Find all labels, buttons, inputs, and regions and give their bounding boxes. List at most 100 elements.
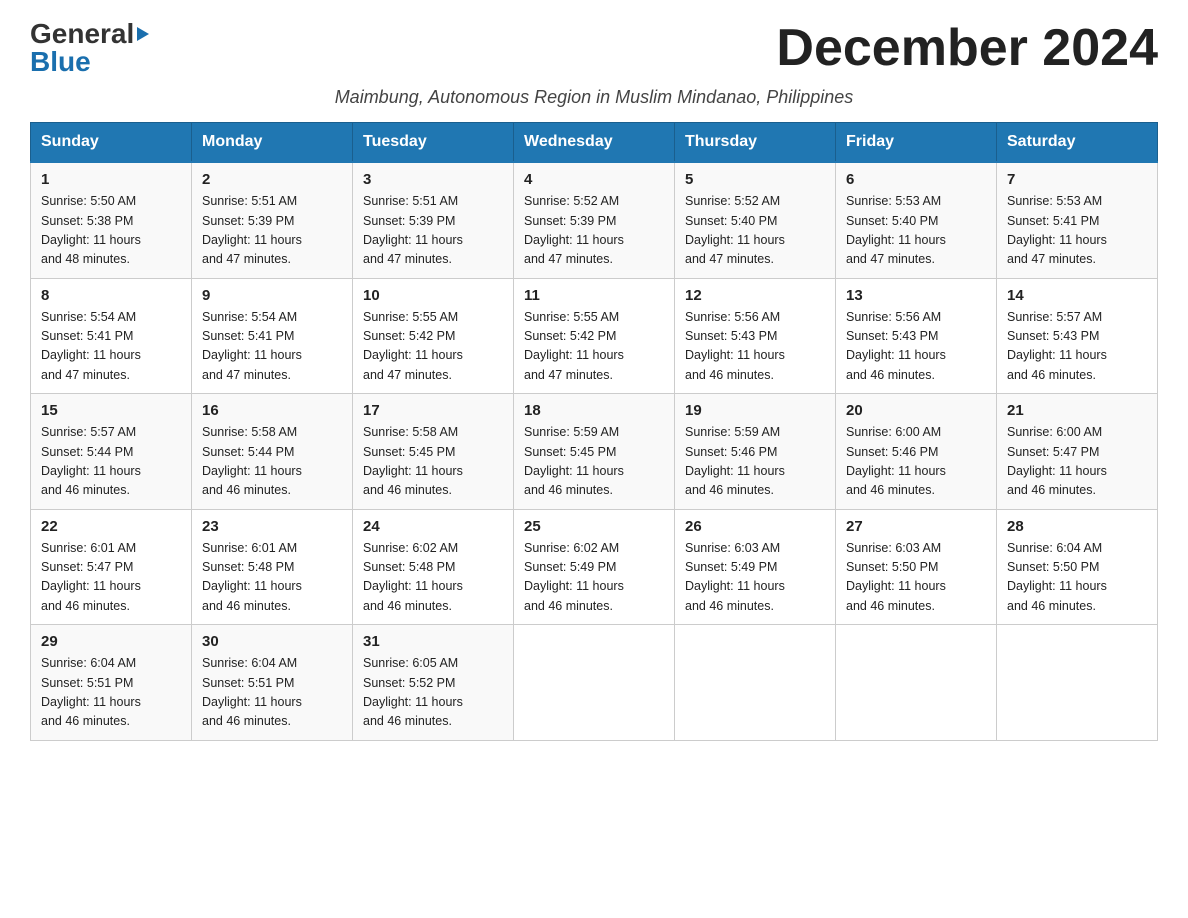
table-row	[836, 625, 997, 741]
table-row: 30 Sunrise: 6:04 AMSunset: 5:51 PMDaylig…	[192, 625, 353, 741]
day-number: 9	[202, 287, 342, 304]
table-row: 14 Sunrise: 5:57 AMSunset: 5:43 PMDaylig…	[997, 278, 1158, 394]
day-number: 12	[685, 287, 825, 304]
logo: General Blue	[30, 20, 149, 76]
day-info: Sunrise: 5:55 AMSunset: 5:42 PMDaylight:…	[363, 310, 463, 382]
table-row: 15 Sunrise: 5:57 AMSunset: 5:44 PMDaylig…	[31, 394, 192, 510]
table-row: 28 Sunrise: 6:04 AMSunset: 5:50 PMDaylig…	[997, 509, 1158, 625]
day-number: 26	[685, 518, 825, 535]
day-info: Sunrise: 6:00 AMSunset: 5:46 PMDaylight:…	[846, 425, 946, 497]
day-info: Sunrise: 6:02 AMSunset: 5:48 PMDaylight:…	[363, 541, 463, 613]
day-number: 15	[41, 402, 181, 419]
day-number: 31	[363, 633, 503, 650]
table-row: 21 Sunrise: 6:00 AMSunset: 5:47 PMDaylig…	[997, 394, 1158, 510]
table-row: 29 Sunrise: 6:04 AMSunset: 5:51 PMDaylig…	[31, 625, 192, 741]
logo-blue: Blue	[30, 48, 91, 76]
table-row: 27 Sunrise: 6:03 AMSunset: 5:50 PMDaylig…	[836, 509, 997, 625]
table-row: 4 Sunrise: 5:52 AMSunset: 5:39 PMDayligh…	[514, 162, 675, 278]
calendar-table: Sunday Monday Tuesday Wednesday Thursday…	[30, 122, 1158, 741]
table-row: 3 Sunrise: 5:51 AMSunset: 5:39 PMDayligh…	[353, 162, 514, 278]
header: General Blue December 2024	[30, 20, 1158, 77]
day-number: 1	[41, 171, 181, 188]
day-info: Sunrise: 5:59 AMSunset: 5:45 PMDaylight:…	[524, 425, 624, 497]
table-row: 2 Sunrise: 5:51 AMSunset: 5:39 PMDayligh…	[192, 162, 353, 278]
table-row: 10 Sunrise: 5:55 AMSunset: 5:42 PMDaylig…	[353, 278, 514, 394]
day-info: Sunrise: 6:01 AMSunset: 5:48 PMDaylight:…	[202, 541, 302, 613]
day-number: 20	[846, 402, 986, 419]
table-row: 23 Sunrise: 6:01 AMSunset: 5:48 PMDaylig…	[192, 509, 353, 625]
day-number: 21	[1007, 402, 1147, 419]
day-number: 5	[685, 171, 825, 188]
col-monday: Monday	[192, 123, 353, 163]
day-info: Sunrise: 5:55 AMSunset: 5:42 PMDaylight:…	[524, 310, 624, 382]
table-row: 17 Sunrise: 5:58 AMSunset: 5:45 PMDaylig…	[353, 394, 514, 510]
table-row: 1 Sunrise: 5:50 AMSunset: 5:38 PMDayligh…	[31, 162, 192, 278]
day-number: 25	[524, 518, 664, 535]
day-number: 2	[202, 171, 342, 188]
day-info: Sunrise: 5:54 AMSunset: 5:41 PMDaylight:…	[41, 310, 141, 382]
day-number: 7	[1007, 171, 1147, 188]
logo-arrow-icon	[137, 27, 149, 41]
table-row: 8 Sunrise: 5:54 AMSunset: 5:41 PMDayligh…	[31, 278, 192, 394]
table-row: 24 Sunrise: 6:02 AMSunset: 5:48 PMDaylig…	[353, 509, 514, 625]
table-row	[997, 625, 1158, 741]
table-row: 25 Sunrise: 6:02 AMSunset: 5:49 PMDaylig…	[514, 509, 675, 625]
table-row: 13 Sunrise: 5:56 AMSunset: 5:43 PMDaylig…	[836, 278, 997, 394]
day-info: Sunrise: 5:58 AMSunset: 5:44 PMDaylight:…	[202, 425, 302, 497]
col-saturday: Saturday	[997, 123, 1158, 163]
table-row: 5 Sunrise: 5:52 AMSunset: 5:40 PMDayligh…	[675, 162, 836, 278]
day-info: Sunrise: 5:54 AMSunset: 5:41 PMDaylight:…	[202, 310, 302, 382]
day-info: Sunrise: 6:03 AMSunset: 5:50 PMDaylight:…	[846, 541, 946, 613]
day-info: Sunrise: 5:51 AMSunset: 5:39 PMDaylight:…	[202, 194, 302, 266]
table-row: 12 Sunrise: 5:56 AMSunset: 5:43 PMDaylig…	[675, 278, 836, 394]
day-info: Sunrise: 6:00 AMSunset: 5:47 PMDaylight:…	[1007, 425, 1107, 497]
table-row: 20 Sunrise: 6:00 AMSunset: 5:46 PMDaylig…	[836, 394, 997, 510]
table-row: 11 Sunrise: 5:55 AMSunset: 5:42 PMDaylig…	[514, 278, 675, 394]
day-info: Sunrise: 5:58 AMSunset: 5:45 PMDaylight:…	[363, 425, 463, 497]
table-row: 19 Sunrise: 5:59 AMSunset: 5:46 PMDaylig…	[675, 394, 836, 510]
col-tuesday: Tuesday	[353, 123, 514, 163]
day-number: 6	[846, 171, 986, 188]
day-number: 17	[363, 402, 503, 419]
day-info: Sunrise: 5:52 AMSunset: 5:40 PMDaylight:…	[685, 194, 785, 266]
day-info: Sunrise: 5:57 AMSunset: 5:43 PMDaylight:…	[1007, 310, 1107, 382]
col-thursday: Thursday	[675, 123, 836, 163]
table-row: 7 Sunrise: 5:53 AMSunset: 5:41 PMDayligh…	[997, 162, 1158, 278]
day-number: 23	[202, 518, 342, 535]
table-row: 26 Sunrise: 6:03 AMSunset: 5:49 PMDaylig…	[675, 509, 836, 625]
day-number: 3	[363, 171, 503, 188]
day-info: Sunrise: 6:04 AMSunset: 5:51 PMDaylight:…	[202, 656, 302, 728]
day-number: 4	[524, 171, 664, 188]
day-number: 13	[846, 287, 986, 304]
day-number: 8	[41, 287, 181, 304]
table-row: 31 Sunrise: 6:05 AMSunset: 5:52 PMDaylig…	[353, 625, 514, 741]
col-wednesday: Wednesday	[514, 123, 675, 163]
day-info: Sunrise: 6:01 AMSunset: 5:47 PMDaylight:…	[41, 541, 141, 613]
day-number: 28	[1007, 518, 1147, 535]
day-info: Sunrise: 6:04 AMSunset: 5:50 PMDaylight:…	[1007, 541, 1107, 613]
day-number: 14	[1007, 287, 1147, 304]
day-number: 11	[524, 287, 664, 304]
table-row: 16 Sunrise: 5:58 AMSunset: 5:44 PMDaylig…	[192, 394, 353, 510]
table-row: 18 Sunrise: 5:59 AMSunset: 5:45 PMDaylig…	[514, 394, 675, 510]
subtitle: Maimbung, Autonomous Region in Muslim Mi…	[30, 87, 1158, 108]
day-number: 24	[363, 518, 503, 535]
day-info: Sunrise: 5:56 AMSunset: 5:43 PMDaylight:…	[685, 310, 785, 382]
table-row: 22 Sunrise: 6:01 AMSunset: 5:47 PMDaylig…	[31, 509, 192, 625]
day-number: 19	[685, 402, 825, 419]
day-info: Sunrise: 5:52 AMSunset: 5:39 PMDaylight:…	[524, 194, 624, 266]
col-sunday: Sunday	[31, 123, 192, 163]
day-number: 16	[202, 402, 342, 419]
calendar-header-row: Sunday Monday Tuesday Wednesday Thursday…	[31, 123, 1158, 163]
table-row	[514, 625, 675, 741]
day-number: 18	[524, 402, 664, 419]
day-info: Sunrise: 5:53 AMSunset: 5:40 PMDaylight:…	[846, 194, 946, 266]
table-row: 6 Sunrise: 5:53 AMSunset: 5:40 PMDayligh…	[836, 162, 997, 278]
day-number: 10	[363, 287, 503, 304]
table-row: 9 Sunrise: 5:54 AMSunset: 5:41 PMDayligh…	[192, 278, 353, 394]
day-number: 29	[41, 633, 181, 650]
day-number: 27	[846, 518, 986, 535]
table-row	[675, 625, 836, 741]
day-info: Sunrise: 6:04 AMSunset: 5:51 PMDaylight:…	[41, 656, 141, 728]
day-info: Sunrise: 5:53 AMSunset: 5:41 PMDaylight:…	[1007, 194, 1107, 266]
